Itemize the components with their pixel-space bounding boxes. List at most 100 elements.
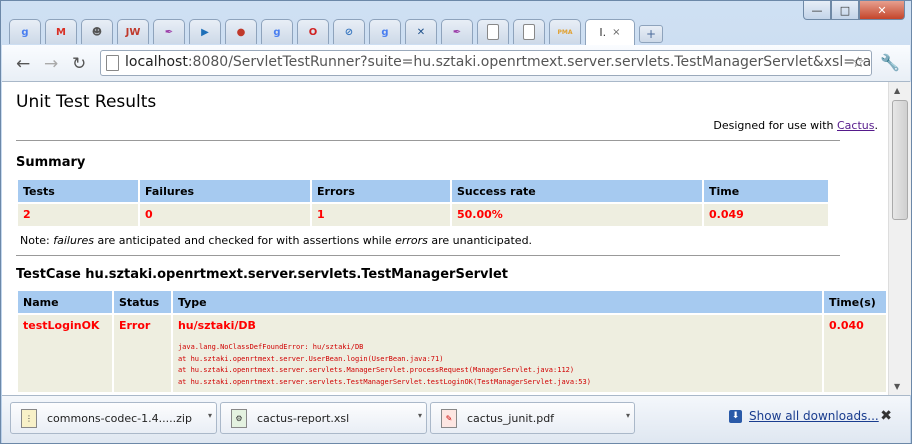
gmail-icon: M xyxy=(56,26,66,38)
scroll-up-icon[interactable]: ▲ xyxy=(894,86,900,95)
browser-tab[interactable]: PMA xyxy=(549,19,581,44)
designed-for-text: Designed for use with Cactus. xyxy=(713,119,878,132)
divider xyxy=(16,255,840,256)
page-content: Unit Test Results Designed for use with … xyxy=(2,82,888,395)
browser-tab[interactable]: g xyxy=(261,19,293,44)
close-tab-icon[interactable]: × xyxy=(612,27,620,38)
note-text: are anticipated and checked for with ass… xyxy=(93,234,396,247)
testcase-header: Type xyxy=(172,291,823,313)
url-text[interactable]: localhost:8080/ServletTestRunner?suite=h… xyxy=(125,54,871,70)
gnome-icon: ☻ xyxy=(91,26,103,38)
summary-header-row: Tests Failures Errors Success rate Time xyxy=(18,180,828,202)
browser-tab[interactable]: ▶ xyxy=(189,19,221,44)
browser-tab[interactable]: JW xyxy=(117,19,149,44)
designed-suffix: . xyxy=(874,119,879,132)
browser-tab[interactable] xyxy=(513,19,545,44)
summary-header: Time xyxy=(704,180,828,202)
testcase-header: Time(s) xyxy=(824,291,886,313)
browser-tab[interactable]: ● xyxy=(225,19,257,44)
browser-tab[interactable]: M xyxy=(45,19,77,44)
browser-tab[interactable]: ✒ xyxy=(441,19,473,44)
testcase-heading: TestCase hu.sztaki.openrtmext.server.ser… xyxy=(16,267,509,282)
show-all-downloads-link[interactable]: ⬇ Show all downloads... xyxy=(729,409,879,423)
downloads-bar: ⋮ commons-codec-1.4.....zip ▾ ⚙ cactus-r… xyxy=(2,395,910,443)
page-icon xyxy=(523,24,535,40)
tab-title: I. xyxy=(599,26,607,39)
test-name: testLoginOK xyxy=(18,315,112,392)
note-text: errors xyxy=(395,234,428,247)
stack-trace-line: java.lang.NoClassDefFoundError: hu/sztak… xyxy=(177,343,364,351)
address-bar[interactable]: localhost:8080/ServletTestRunner?suite=h… xyxy=(100,50,872,76)
new-tab-button[interactable]: + xyxy=(639,25,663,43)
scroll-down-icon[interactable]: ▼ xyxy=(894,382,900,391)
testcase-header-row: Name Status Type Time(s) xyxy=(18,291,886,313)
wrench-icon[interactable]: 🔧 xyxy=(880,53,900,72)
summary-value: 0 xyxy=(140,204,310,226)
download-item[interactable]: ⚙ cactus-report.xsl ▾ xyxy=(220,402,427,434)
xsl-icon: ⚙ xyxy=(231,408,247,428)
divider xyxy=(16,140,840,141)
toolbar: ← → ↻ localhost:8080/ServletTestRunner?s… xyxy=(2,45,910,82)
test-type-cell: hu/sztaki/DB java.lang.NoClassDefFoundEr… xyxy=(172,315,823,392)
summary-header: Success rate xyxy=(452,180,702,202)
google-icon: g xyxy=(381,26,389,38)
summary-value: 0.049 xyxy=(704,204,828,226)
reload-icon[interactable]: ↻ xyxy=(72,54,86,74)
scrollbar-thumb[interactable] xyxy=(892,100,908,220)
designed-prefix: Designed for use with xyxy=(713,119,837,132)
browser-tab[interactable]: ☻ xyxy=(81,19,113,44)
summary-values-row: 2 0 1 50.00% 0.049 xyxy=(18,204,828,226)
test-status: Error xyxy=(113,315,171,392)
close-window-button[interactable]: ✕ xyxy=(859,1,905,20)
zip-icon: ⋮ xyxy=(21,408,37,428)
url-host: localhost xyxy=(125,54,188,70)
google-icon: g xyxy=(21,26,29,38)
pma-icon: PMA xyxy=(557,28,573,36)
browser-tab[interactable]: g xyxy=(369,19,401,44)
google-icon: g xyxy=(273,26,281,38)
browser-tab[interactable]: ⊘ xyxy=(333,19,365,44)
bookmark-star-icon[interactable]: ☆ xyxy=(852,53,865,71)
page-title: Unit Test Results xyxy=(16,92,157,112)
summary-table: Tests Failures Errors Success rate Time … xyxy=(16,178,830,228)
summary-value: 50.00% xyxy=(452,204,702,226)
chevron-down-icon[interactable]: ▾ xyxy=(418,411,422,420)
summary-header: Failures xyxy=(140,180,310,202)
download-name: cactus-report.xsl xyxy=(257,411,350,425)
note-text: are unanticipated. xyxy=(427,234,533,247)
testcase-header: Status xyxy=(113,291,171,313)
browser-tab[interactable]: g xyxy=(9,19,41,44)
browser-tab[interactable]: ✒ xyxy=(153,19,185,44)
pdf-icon: ✎ xyxy=(441,408,457,428)
tab-strip: g M ☻ JW ✒ ▶ ● g O ⊘ g ✕ ✒ PMA I. × + xyxy=(9,19,663,45)
stack-trace: java.lang.NoClassDefFoundError: hu/sztak… xyxy=(178,342,817,388)
vertical-scrollbar[interactable]: ▲ ▼ xyxy=(888,82,911,395)
download-item[interactable]: ⋮ commons-codec-1.4.....zip ▾ xyxy=(10,402,217,434)
window-controls: — □ ✕ xyxy=(803,1,905,20)
summary-header: Tests xyxy=(18,180,138,202)
stack-trace-line: at hu.sztaki.openrtmext.server.UserBean.… xyxy=(177,354,444,363)
browser-tab[interactable]: O xyxy=(297,19,329,44)
summary-heading: Summary xyxy=(16,155,86,170)
show-all-label: Show all downloads... xyxy=(749,409,879,423)
summary-note: Note: failures are anticipated and check… xyxy=(20,234,532,247)
maximize-button[interactable]: □ xyxy=(831,1,859,20)
close-downloads-icon[interactable]: ✖ xyxy=(880,408,892,424)
browser-window: — □ ✕ g M ☻ JW ✒ ▶ ● g O ⊘ g ✕ ✒ PMA I. × + ← → ↻ localh… xyxy=(0,0,912,444)
back-arrow-icon[interactable]: ← xyxy=(16,54,30,74)
browser-tab[interactable] xyxy=(477,19,509,44)
stack-trace-line: at hu.sztaki.openrtmext.server.servlets.… xyxy=(177,366,575,374)
browser-tab[interactable]: ✕ xyxy=(405,19,437,44)
chevron-down-icon[interactable]: ▾ xyxy=(208,411,212,420)
forward-arrow-icon[interactable]: → xyxy=(44,54,58,74)
chevron-down-icon[interactable]: ▾ xyxy=(626,411,630,420)
feather-icon: ✒ xyxy=(452,26,462,38)
stack-trace-line: at hu.sztaki.openrtmext.server.servlets.… xyxy=(177,377,591,386)
download-item[interactable]: ✎ cactus_junit.pdf ▾ xyxy=(430,402,635,434)
feather-icon: ✒ xyxy=(164,26,174,38)
browser-tab-active[interactable]: I. × xyxy=(585,19,635,45)
disc-icon: ● xyxy=(236,26,246,38)
cactus-link[interactable]: Cactus xyxy=(837,119,875,132)
testcase-header: Name xyxy=(18,291,112,313)
minimize-button[interactable]: — xyxy=(803,1,831,20)
